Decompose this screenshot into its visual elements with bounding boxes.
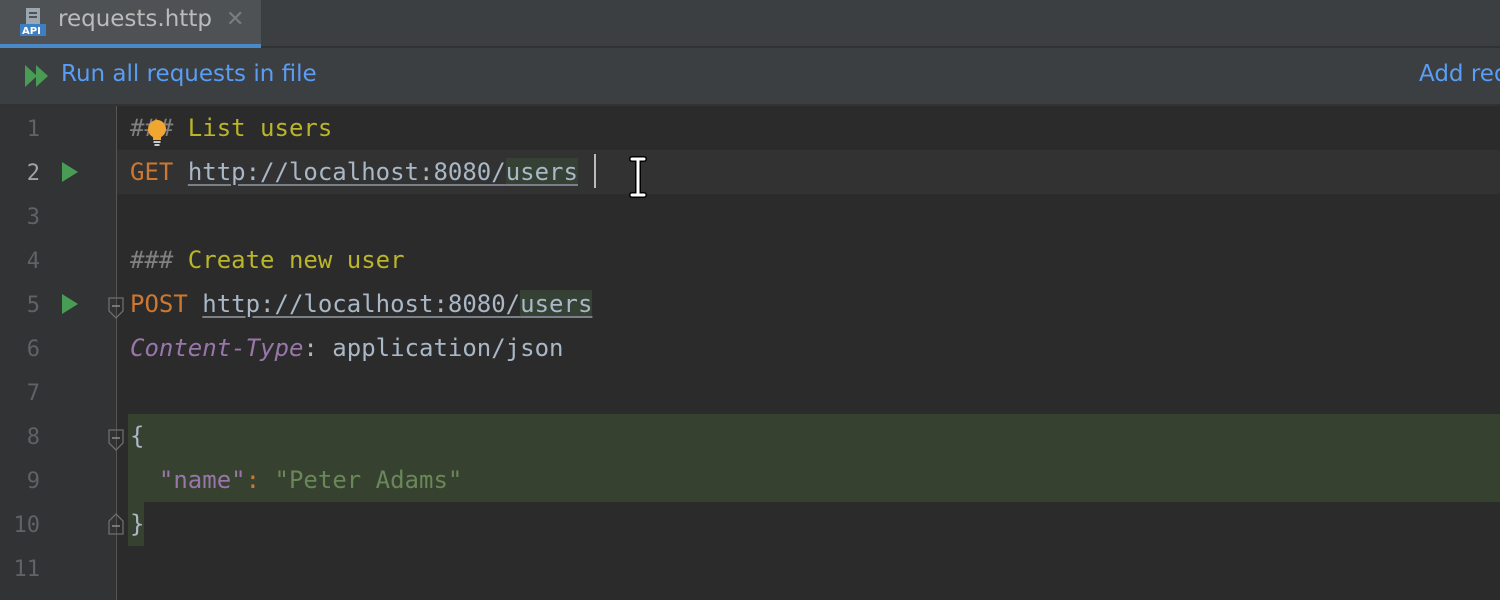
request-url[interactable]: http://localhost:8080/users	[188, 158, 578, 186]
line-number: 3	[26, 205, 40, 230]
request-url[interactable]: http://localhost:8080/users	[202, 290, 593, 318]
text-cursor	[594, 154, 596, 188]
line-number: 8	[26, 425, 40, 450]
code-line-9: "name": "Peter Adams"	[130, 458, 462, 502]
code-line-10: }	[130, 502, 144, 546]
lightbulb-icon[interactable]	[145, 118, 169, 148]
code-line-6: Content-Type: application/json	[130, 326, 563, 370]
line-number: 7	[26, 381, 40, 406]
json-close-brace: }	[130, 510, 145, 538]
url-path-segment: users	[520, 290, 593, 318]
tab-label: requests.http	[58, 6, 212, 32]
close-icon[interactable]: ✕	[226, 7, 244, 32]
url-path-segment: users	[505, 158, 578, 186]
svg-text:API: API	[22, 26, 41, 37]
request-title: List users	[173, 114, 333, 142]
http-method: POST	[130, 290, 188, 318]
line-number: 6	[26, 337, 40, 362]
json-key: "name"	[158, 466, 246, 494]
url-base: http://localhost:8080/	[202, 290, 521, 318]
http-toolbar: Run all requests in file Add req	[0, 48, 1500, 106]
json-colon: :	[245, 466, 261, 494]
header-name: Content-Type	[130, 334, 304, 362]
fold-end-marker-icon[interactable]	[108, 513, 124, 535]
line-number: 10	[13, 513, 41, 538]
run-all-icon[interactable]	[24, 64, 52, 88]
header-value: application/json	[317, 334, 564, 362]
request-title: Create new user	[173, 246, 405, 274]
tab-requests-http[interactable]: API requests.http ✕	[0, 0, 261, 48]
editor-tab-bar: API requests.http ✕	[0, 0, 1500, 48]
fold-marker-icon[interactable]	[108, 297, 124, 319]
code-line-5: POST http://localhost:8080/users	[130, 282, 593, 326]
fold-marker-icon[interactable]	[108, 429, 124, 451]
run-all-requests-button[interactable]: Run all requests in file	[61, 61, 317, 87]
header-colon: :	[303, 334, 318, 362]
run-request-icon[interactable]	[60, 293, 80, 315]
line-number: 1	[26, 117, 40, 142]
json-open-brace: {	[130, 422, 145, 450]
code-line-8: {	[130, 414, 144, 458]
ibeam-cursor-icon	[629, 156, 647, 198]
line-number: 9	[26, 469, 40, 494]
line-number: 5	[26, 293, 40, 318]
line-number: 11	[13, 557, 41, 582]
code-line-2: GET http://localhost:8080/users	[130, 150, 578, 194]
json-string-value: "Peter Adams"	[274, 466, 463, 494]
run-request-icon[interactable]	[60, 161, 80, 183]
add-request-button[interactable]: Add req	[1419, 61, 1500, 87]
comment-hash: ###	[130, 246, 174, 274]
line-number: 4	[26, 249, 40, 274]
http-method: GET	[130, 158, 174, 186]
code-editor[interactable]: 1 2 3 4 5 6 7 8 9 10 11 ### List users G…	[0, 106, 1500, 600]
api-file-icon: API	[20, 8, 46, 37]
url-base: http://localhost:8080/	[187, 158, 506, 186]
line-number-current: 2	[26, 161, 40, 186]
code-line-4: ### Create new user	[130, 238, 405, 282]
